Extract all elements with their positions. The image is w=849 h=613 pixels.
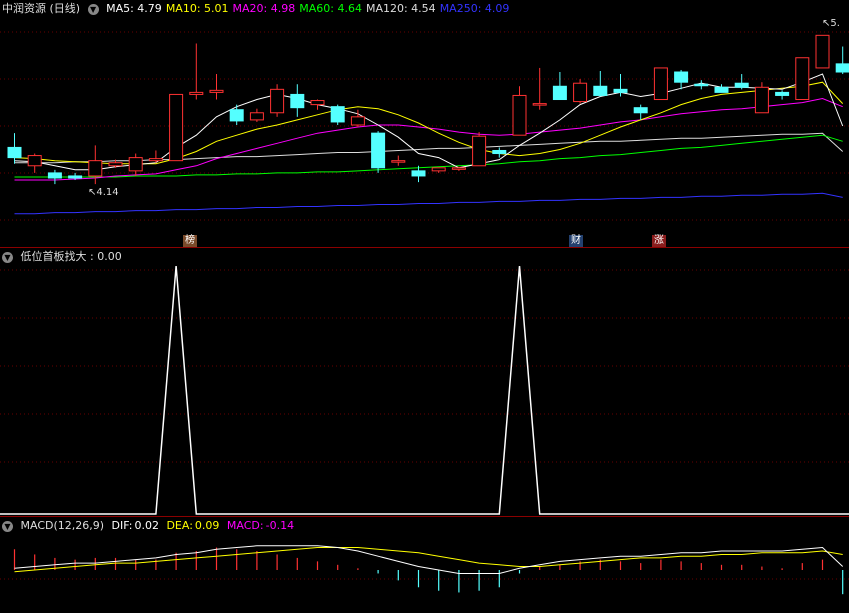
candle-body-40 — [815, 34, 830, 69]
candle-body-38 — [775, 91, 790, 96]
macd-title: MACD(12,26,9) — [20, 519, 105, 532]
candle-body-0 — [7, 146, 22, 159]
main-header: 中润资源 (日线) ▼ MA5: 4.79 MA10: 5.01 MA20: 4.9… — [2, 1, 517, 17]
candle-body-13 — [270, 88, 285, 114]
badge-rank-text: 榜 — [185, 235, 195, 246]
candle-body-19 — [391, 160, 406, 163]
indicator-title: 低位首板找大 — [20, 250, 87, 263]
ma-legend-item-4: MA120: 4.54 — [365, 2, 436, 15]
candle-body-8 — [169, 93, 184, 162]
dif-label: DIF: — [111, 519, 133, 532]
ma-legend-item-0: MA5: 4.79 — [106, 2, 162, 15]
badge-rise-text: 涨 — [654, 235, 664, 246]
candle-body-9 — [189, 91, 204, 95]
candle-body-21 — [431, 167, 446, 172]
candle-body-29 — [593, 85, 608, 96]
macd-header: ▼ MACD(12,26,9) DIF: 0.02 DEA: 0.09 MACD: -… — [2, 518, 298, 534]
ma-legend-item-2: MA20: 4.98 — [232, 2, 296, 15]
ma250-line — [14, 192, 843, 215]
macd-value: -0.14 — [265, 519, 295, 532]
candle-body-31 — [633, 107, 648, 114]
indicator-line — [0, 265, 849, 515]
candle-body-17 — [350, 116, 365, 126]
candle-body-23 — [472, 135, 487, 167]
indicator-value: : 0.00 — [90, 250, 122, 263]
settings-circle-icon[interactable]: ▼ — [87, 3, 99, 15]
candle-body-5 — [108, 162, 123, 167]
ma-legend-item-1: MA10: 5.01 — [165, 2, 229, 15]
candle-body-2 — [47, 172, 62, 179]
candle-body-4 — [88, 160, 103, 177]
candle-body-11 — [229, 109, 244, 122]
macd-settings-icon[interactable]: ▼ — [2, 520, 13, 532]
candle-body-20 — [411, 170, 426, 177]
candle-body-30 — [613, 88, 628, 93]
dif-line — [14, 545, 844, 574]
candle-body-3 — [68, 175, 83, 179]
candle-body-6 — [128, 157, 143, 172]
candle-body-32 — [653, 67, 668, 101]
candle-body-41 — [835, 63, 849, 73]
candle-body-16 — [330, 106, 345, 123]
candle-body-35 — [714, 86, 729, 93]
high-price-value: 5. — [830, 18, 840, 29]
candle-body-18 — [371, 132, 386, 169]
badge-rank[interactable]: 榜 — [183, 235, 197, 247]
candle-body-1 — [27, 155, 42, 167]
candle-body-39 — [795, 57, 810, 101]
candle-body-34 — [694, 83, 709, 87]
candle-body-22 — [451, 167, 466, 170]
dif-value: 0.02 — [134, 519, 159, 532]
low-price-marker: ↖4.14 — [88, 187, 119, 198]
candle-body-14 — [290, 93, 305, 109]
candle-body-7 — [148, 158, 163, 162]
candle-body-28 — [573, 82, 588, 103]
candle-body-24 — [492, 149, 507, 155]
ma-legend-item-3: MA60: 4.64 — [299, 2, 362, 15]
candle-body-12 — [249, 112, 264, 121]
badge-rise[interactable]: 涨 — [652, 235, 666, 247]
ma10-line — [14, 81, 844, 165]
dea-value: 0.09 — [194, 519, 220, 532]
candle-body-37 — [754, 86, 769, 114]
indicator-header: ▼ 低位首板找大 : 0.00 — [2, 249, 126, 265]
ma-legend: MA5: 4.79 MA10: 5.01 MA20: 4.98 MA60: 4.64 M… — [106, 2, 513, 15]
ma-legend-item-5: MA250: 4.09 — [439, 2, 510, 15]
candle-body-27 — [552, 85, 567, 101]
stock-title: 中润资源 (日线) — [2, 2, 81, 15]
macd-label: MACD: — [226, 519, 264, 532]
candle-body-25 — [512, 94, 527, 136]
indicator-settings-icon[interactable]: ▼ — [2, 251, 13, 263]
candle-body-33 — [674, 71, 689, 83]
dea-label: DEA: — [166, 519, 193, 532]
high-price-marker: ↖5. — [822, 18, 840, 29]
candle-body-15 — [310, 100, 325, 106]
candle-body-26 — [532, 103, 547, 106]
low-price-value: 4.14 — [96, 187, 119, 198]
candle-body-10 — [209, 89, 224, 93]
badge-finance[interactable]: 财 — [569, 235, 583, 247]
badge-finance-text: 财 — [571, 235, 581, 246]
candle-body-36 — [734, 82, 749, 88]
